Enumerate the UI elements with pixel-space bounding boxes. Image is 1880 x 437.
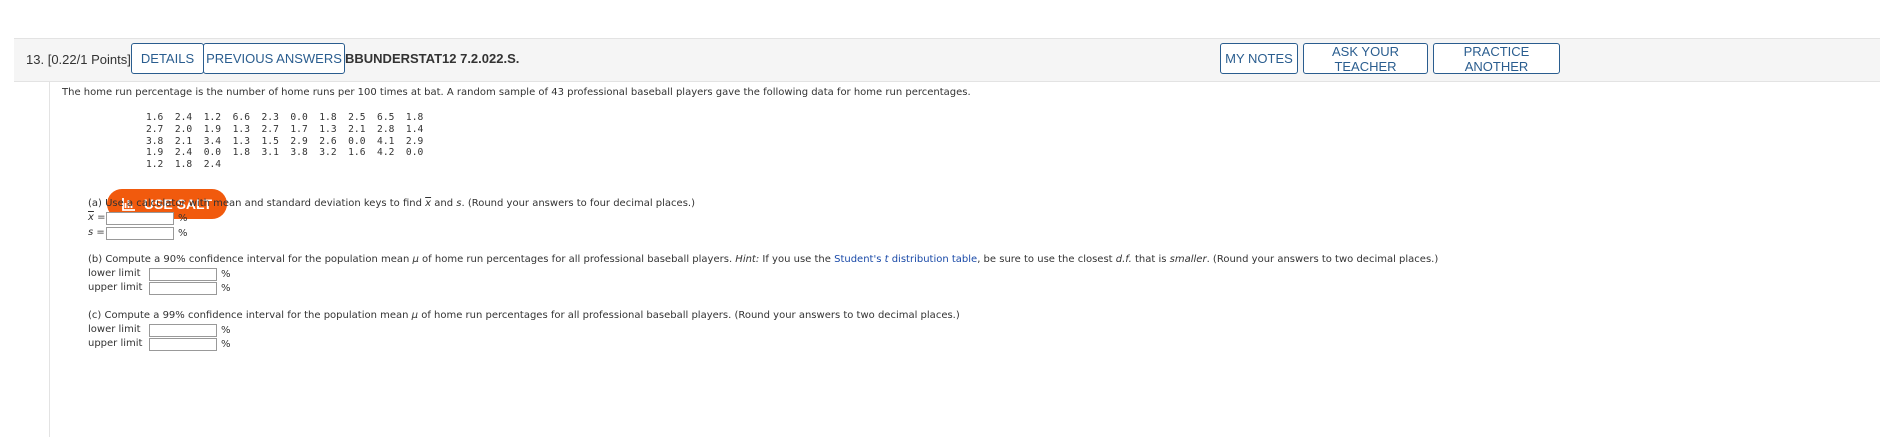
part-b-lower-label: lower limit (88, 268, 141, 279)
data-row: 2.7 2.0 1.9 1.3 2.7 1.7 1.3 2.1 2.8 1.4 (146, 123, 424, 135)
question-number: 13. (26, 52, 45, 67)
part-c-upper-label: upper limit (88, 338, 143, 349)
part-c-upper-input[interactable] (149, 338, 217, 351)
data-row: 1.2 1.8 2.4 (146, 159, 222, 171)
points: [0.22/1 Points] (47, 52, 131, 67)
xbar-input[interactable] (106, 212, 174, 225)
part-b-upper-label: upper limit (88, 282, 143, 293)
part-c-lower-input[interactable] (149, 324, 217, 337)
question-header: 13. [0.22/1 Points] DETAILS PREVIOUS ANS… (14, 38, 1880, 82)
my-notes-button[interactable]: MY NOTES (1220, 43, 1298, 74)
t-distribution-link[interactable]: Student's t distribution table (834, 254, 977, 265)
part-b-lower-input[interactable] (149, 268, 217, 281)
data-row: 3.8 2.1 3.4 1.3 1.5 2.9 2.6 0.0 4.1 2.9 (146, 135, 424, 147)
problem-code: BBUNDERSTAT12 7.2.022.S. (345, 51, 520, 66)
part-c-lower-label: lower limit (88, 324, 141, 335)
xbar-unit: % (178, 213, 188, 224)
part-b-upper-unit: % (221, 283, 231, 294)
part-b-lower-unit: % (221, 269, 231, 280)
practice-another-button[interactable]: PRACTICE ANOTHER (1433, 43, 1560, 74)
details-button[interactable]: DETAILS (131, 43, 204, 74)
intro-text: The home run percentage is the number of… (62, 87, 971, 98)
part-a-question: (a) Use a calculator with mean and stand… (88, 198, 695, 209)
question-number-points: 13. [0.22/1 Points] (26, 52, 131, 67)
part-b-upper-input[interactable] (149, 282, 217, 295)
s-input[interactable] (106, 227, 174, 240)
xbar-label: x = (88, 212, 106, 223)
part-b-question: (b) Compute a 90% confidence interval fo… (88, 254, 1439, 265)
ask-your-teacher-button[interactable]: ASK YOUR TEACHER (1303, 43, 1428, 74)
previous-answers-button[interactable]: PREVIOUS ANSWERS (203, 43, 345, 74)
part-c-question: (c) Compute a 99% confidence interval fo… (88, 310, 960, 321)
data-table: 1.6 2.4 1.2 6.6 2.3 0.0 1.8 2.5 6.5 1.8 2… (146, 112, 423, 171)
question-content: The home run percentage is the number of… (49, 82, 1880, 437)
s-label: s = (88, 227, 105, 238)
part-c-upper-unit: % (221, 339, 231, 350)
s-unit: % (178, 228, 188, 239)
hint-label: Hint: (735, 254, 760, 265)
data-row: 1.9 2.4 0.0 1.8 3.1 3.8 3.2 1.6 4.2 0.0 (146, 147, 424, 159)
part-c-lower-unit: % (221, 325, 231, 336)
data-row: 1.6 2.4 1.2 6.6 2.3 0.0 1.8 2.5 6.5 1.8 (146, 112, 424, 123)
